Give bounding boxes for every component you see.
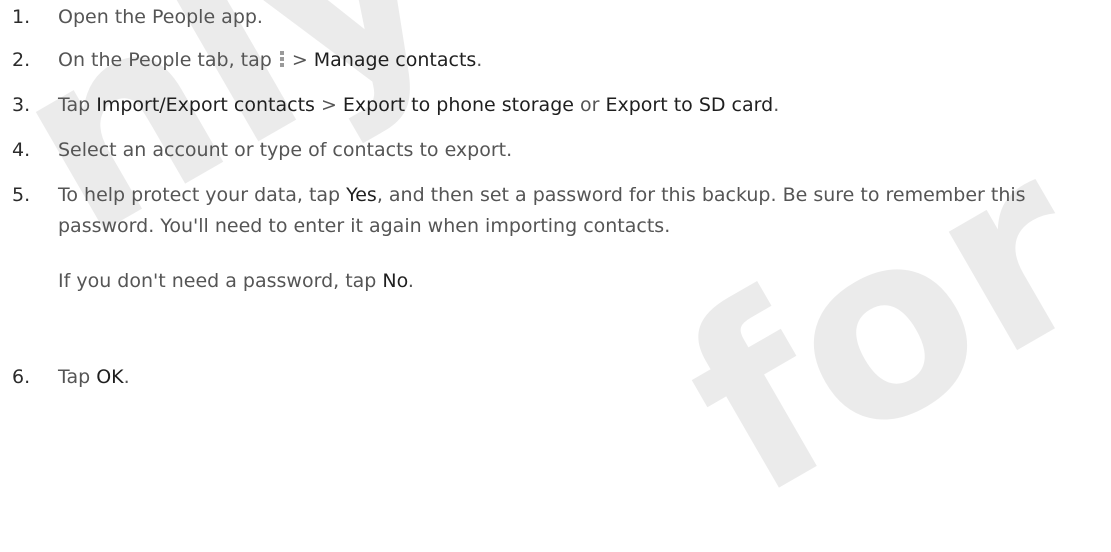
step-text-part: Open the People app. [58, 6, 263, 28]
step-number: 3. [12, 94, 31, 116]
step-text: Tap Import/Export contacts > Export to p… [58, 90, 1108, 121]
document-page: nly fo for certif 1. Open the People app… [0, 0, 1111, 552]
step-number: 5. [12, 184, 31, 206]
step-text-part: Select an account or type of contacts to… [58, 139, 513, 161]
step-number: 4. [12, 139, 31, 161]
step-note: If you don't need a password, tap No. [58, 266, 1098, 297]
step-text-part: > [291, 49, 314, 71]
ui-term-export-phone: Export to phone storage [342, 94, 574, 116]
step-text: Open the People app. [58, 2, 1108, 33]
step-text-part: Tap [58, 366, 97, 388]
step-text: Select an account or type of contacts to… [58, 135, 1108, 166]
step-text-part: To help protect your data, tap [58, 184, 347, 206]
ui-term-import-export: Import/Export contacts [96, 94, 315, 116]
step-text-part: . [476, 49, 483, 71]
menu-dots-icon [278, 51, 286, 68]
step-number: 1. [12, 6, 31, 28]
step-number: 6. [12, 366, 31, 388]
ui-term-yes: Yes [346, 184, 377, 206]
ui-term-ok: OK [96, 366, 124, 388]
step-text: On the People tab, tap > Manage contacts. [58, 45, 1108, 76]
step-text-part: > [314, 94, 343, 116]
step-text-part: Tap [58, 94, 97, 116]
ui-term-manage-contacts: Manage contacts [313, 49, 477, 71]
step-text-part: . [123, 366, 130, 388]
step-number: 2. [12, 49, 31, 71]
step-text-part: . [407, 270, 414, 292]
ui-term-no: No [382, 270, 408, 292]
step-text-part: If you don't need a password, tap [58, 270, 383, 292]
step-text: Tap OK. [58, 362, 1108, 393]
ui-term-export-sd: Export to SD card [605, 94, 774, 116]
step-text-part: . [773, 94, 780, 116]
step-text-part: or [573, 94, 606, 116]
step-text-part: On the People tab, tap [58, 49, 272, 71]
step-text: To help protect your data, tap Yes, and … [58, 180, 1108, 242]
